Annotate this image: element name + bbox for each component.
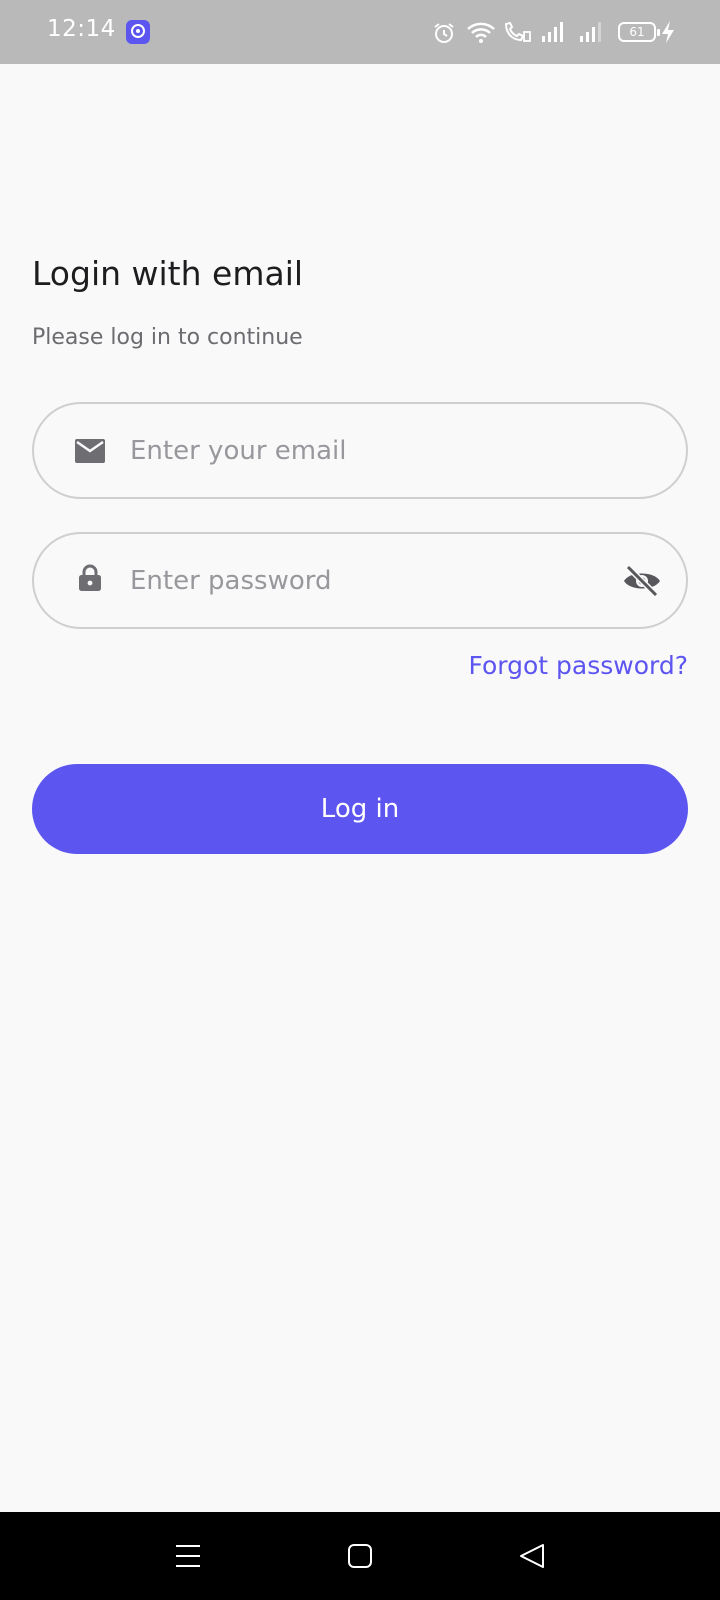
alarm-icon <box>434 23 454 43</box>
home-icon[interactable] <box>340 1536 380 1576</box>
password-input[interactable] <box>130 534 600 627</box>
page-title: Login with email <box>32 254 304 293</box>
mail-icon <box>74 438 106 468</box>
password-field[interactable] <box>32 532 688 629</box>
email-input[interactable] <box>130 404 600 497</box>
login-button[interactable]: Log in <box>32 764 688 854</box>
status-time: 12:14 <box>47 16 116 42</box>
forgot-password-link[interactable]: Forgot password? <box>469 651 689 680</box>
wifi-icon <box>467 22 495 43</box>
status-bar: 12:14 61 <box>0 0 720 64</box>
email-field[interactable] <box>32 402 688 499</box>
navigation-bar <box>0 1512 720 1600</box>
app-notification-icon <box>126 20 150 44</box>
signal-2-icon <box>580 22 601 42</box>
page-subtitle: Please log in to continue <box>32 325 303 350</box>
signal-1-icon <box>542 22 563 42</box>
charging-icon <box>662 21 674 43</box>
battery-level: 61 <box>629 25 645 39</box>
menu-icon[interactable] <box>168 1536 208 1576</box>
wifi-calling-icon <box>504 21 531 42</box>
eye-off-icon[interactable] <box>622 564 662 598</box>
battery-icon: 61 <box>618 22 660 42</box>
lock-icon <box>78 564 102 596</box>
back-icon[interactable] <box>512 1536 552 1576</box>
